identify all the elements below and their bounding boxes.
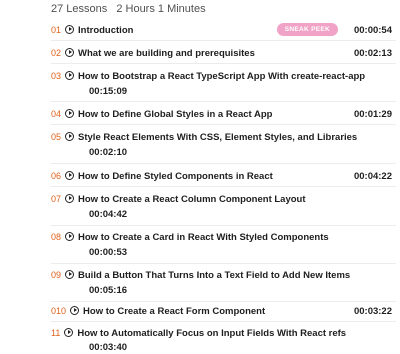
lesson-row-02[interactable]: 02 What we are building and prerequisites… [51, 48, 396, 59]
lesson-row-08[interactable]: 08 How to Create a Card in React With Sty… [51, 232, 396, 258]
lesson-row-01[interactable]: 01 Introduction SNEAK PEEK 00:00:54 [51, 23, 396, 36]
divider [51, 321, 396, 322]
play-icon[interactable] [65, 171, 75, 180]
lesson-duration: 00:02:10 [89, 147, 128, 158]
lesson-duration: 00:15:09 [89, 86, 128, 97]
sneak-peek-badge[interactable]: SNEAK PEEK [276, 23, 338, 36]
total-duration: 2 Hours 1 Minutes [116, 3, 206, 15]
lesson-title: How to Define Global Styles in a React A… [78, 109, 273, 120]
lesson-list-panel: 27 Lessons 2 Hours 1 Minutes 01 Introduct… [0, 0, 400, 354]
lesson-number: 02 [51, 48, 62, 58]
lesson-duration: 00:03:40 [89, 342, 128, 353]
play-icon[interactable] [65, 194, 75, 203]
lesson-number: 010 [51, 306, 67, 316]
course-summary: 27 Lessons 2 Hours 1 Minutes [51, 3, 206, 15]
divider [51, 124, 396, 125]
lesson-duration: 00:04:22 [353, 171, 392, 182]
lesson-row-09[interactable]: 09 Build a Button That Turns Into a Text … [51, 270, 396, 296]
lesson-number: 09 [51, 270, 62, 280]
play-icon[interactable] [70, 306, 80, 315]
lesson-row-05[interactable]: 05 Style React Elements With CSS, Element… [51, 132, 396, 158]
lesson-duration: 00:00:54 [353, 25, 392, 36]
play-icon[interactable] [65, 48, 75, 57]
lesson-title: Build a Button That Turns Into a Text Fi… [78, 270, 351, 281]
divider [51, 101, 396, 102]
lesson-row-04[interactable]: 04 How to Define Global Styles in a React… [51, 109, 396, 120]
divider [51, 186, 396, 187]
lesson-title: How to Define Styled Components in React [78, 171, 273, 182]
lesson-row-06[interactable]: 06 How to Define Styled Components in Rea… [51, 171, 396, 182]
lesson-title: Style React Elements With CSS, Element S… [78, 132, 358, 143]
lesson-title: What we are building and prerequisites [78, 48, 255, 59]
divider [51, 301, 396, 302]
lesson-count: 27 Lessons [51, 3, 108, 15]
lesson-row-07[interactable]: 07 How to Create a React Column Component… [51, 194, 396, 220]
play-icon[interactable] [65, 109, 75, 118]
lesson-row-010[interactable]: 010 How to Create a React Form Component … [51, 306, 396, 317]
divider [51, 40, 396, 41]
lesson-number: 04 [51, 109, 62, 119]
lesson-duration: 00:05:16 [89, 285, 128, 296]
lesson-number: 03 [51, 71, 62, 81]
lesson-row-03[interactable]: 03 How to Bootstrap a React TypeScript Ap… [51, 71, 396, 97]
lesson-number: 07 [51, 194, 62, 204]
lesson-title: How to Create a Card in React With Style… [78, 232, 329, 243]
divider [51, 225, 396, 226]
lesson-row-11[interactable]: 11 How to Automatically Focus on Input Fi… [51, 328, 396, 353]
lesson-title: How to Create a React Column Component L… [78, 194, 306, 205]
lesson-title: How to Automatically Focus on Input Fiel… [77, 328, 347, 339]
play-icon[interactable] [65, 71, 75, 80]
play-icon[interactable] [65, 25, 75, 34]
lesson-number: 11 [51, 328, 61, 338]
divider [51, 63, 396, 64]
play-icon[interactable] [64, 328, 74, 337]
lesson-number: 05 [51, 132, 62, 142]
play-icon[interactable] [65, 132, 75, 141]
play-icon[interactable] [65, 232, 75, 241]
lesson-title: Introduction [78, 25, 134, 36]
lesson-number: 06 [51, 171, 62, 181]
play-icon[interactable] [65, 270, 75, 279]
lesson-duration: 00:01:29 [353, 109, 392, 120]
lesson-number: 01 [51, 25, 62, 35]
lesson-duration: 00:02:13 [353, 48, 392, 59]
lesson-title: How to Bootstrap a React TypeScript App … [78, 71, 366, 82]
lesson-duration: 00:00:53 [89, 247, 128, 258]
divider [51, 263, 396, 264]
divider [51, 163, 396, 164]
lesson-duration: 00:04:42 [89, 209, 128, 220]
lesson-number: 08 [51, 232, 62, 242]
lesson-title: How to Create a React Form Component [83, 306, 266, 317]
lesson-duration: 00:03:22 [353, 306, 392, 317]
